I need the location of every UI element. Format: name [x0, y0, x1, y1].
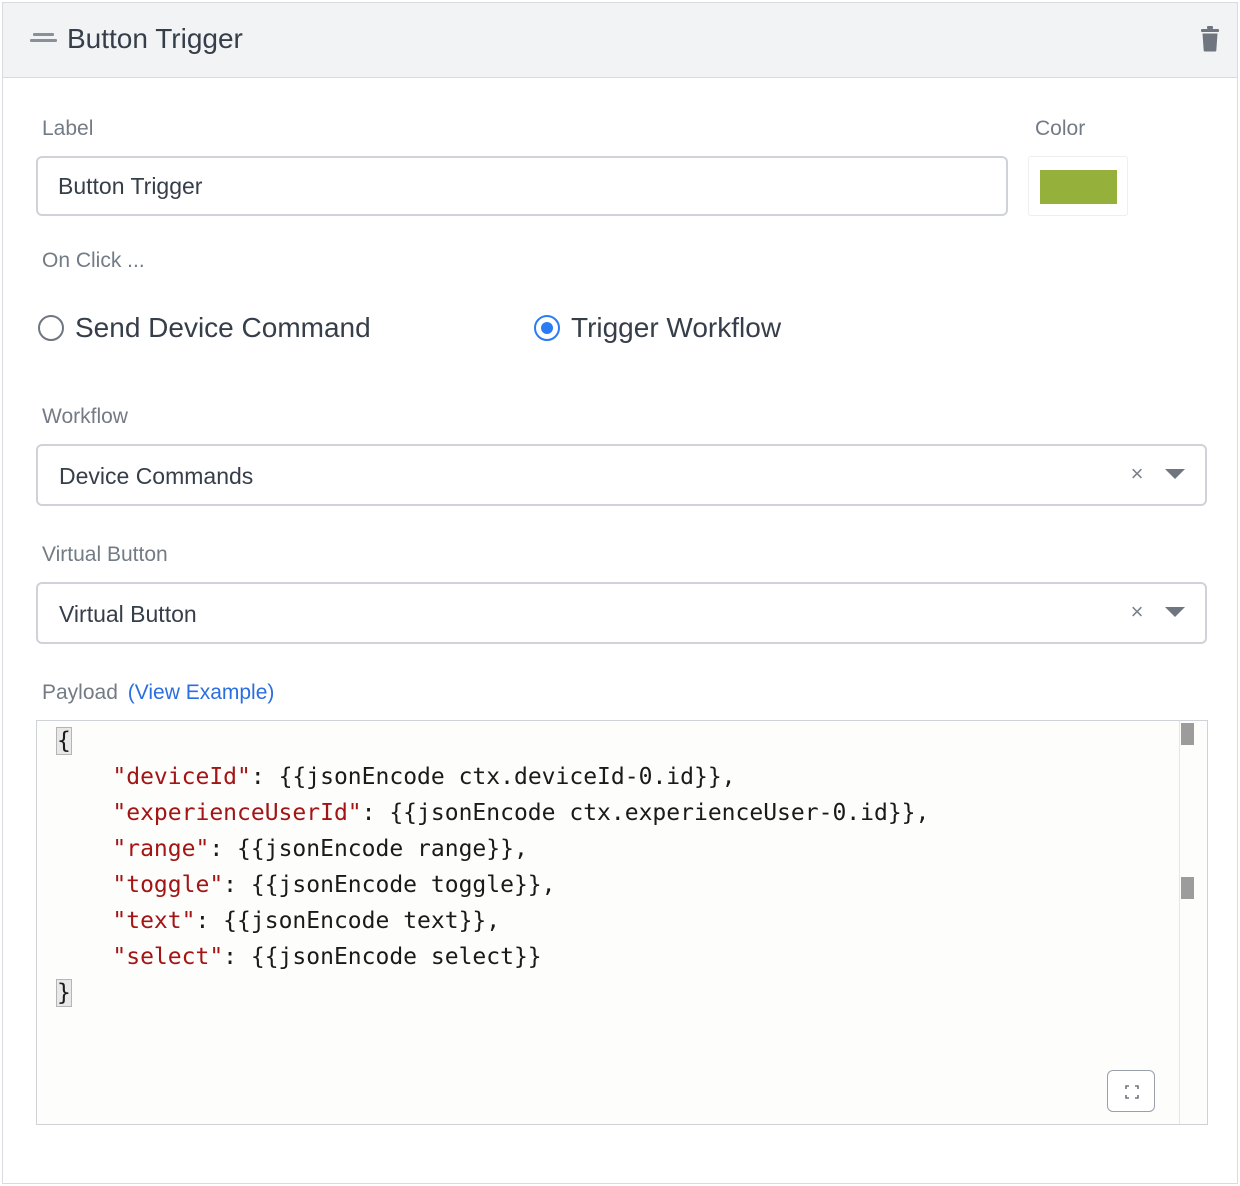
color-picker[interactable]	[1028, 156, 1128, 216]
code-line: {	[56, 723, 929, 759]
radio-label: Trigger Workflow	[571, 312, 782, 343]
chevron-down-icon[interactable]	[1165, 607, 1185, 617]
fullscreen-button[interactable]	[1107, 1070, 1155, 1112]
radio-trigger-workflow[interactable]: Trigger Workflow	[534, 309, 814, 347]
json-key: "toggle"	[112, 872, 224, 898]
scrollbar-track[interactable]	[1179, 721, 1180, 1124]
on-click-label: On Click ...	[42, 249, 145, 272]
code-line: "select": {{jsonEncode select}}	[57, 939, 929, 975]
workflow-select[interactable]: Device Commands ×	[36, 444, 1207, 506]
payload-label-text: Payload	[42, 681, 118, 704]
json-key: "deviceId"	[112, 764, 251, 790]
json-value: : {{jsonEncode ctx.deviceId-0.id}},	[250, 764, 736, 790]
json-key: "experienceUserId"	[112, 800, 362, 826]
color-swatch	[1040, 170, 1117, 204]
code-line: "range": {{jsonEncode range}},	[57, 831, 929, 867]
clear-icon[interactable]: ×	[1128, 463, 1146, 485]
code-line: }	[56, 975, 929, 1011]
virtual-button-select[interactable]: Virtual Button ×	[36, 582, 1207, 644]
color-field-label: Color	[1035, 117, 1086, 140]
radio-unchecked-icon	[38, 315, 64, 341]
json-value: : {{jsonEncode range}},	[209, 836, 528, 862]
workflow-label: Workflow	[42, 405, 128, 428]
code-line: "experienceUserId": {{jsonEncode ctx.exp…	[57, 795, 929, 831]
json-value: : {{jsonEncode text}},	[195, 908, 501, 934]
json-value: : {{jsonEncode toggle}},	[223, 872, 556, 898]
scrollbar-marker	[1181, 723, 1194, 745]
json-key: "select"	[112, 944, 224, 970]
chevron-down-icon[interactable]	[1165, 469, 1185, 479]
trash-icon[interactable]	[1200, 26, 1220, 52]
editor-gutter	[37, 721, 57, 1124]
label-input[interactable]	[36, 156, 1008, 216]
radio-send-device-command[interactable]: Send Device Command	[38, 309, 398, 347]
drag-handle-icon[interactable]	[30, 33, 57, 44]
json-key: "range"	[112, 836, 210, 862]
json-value: : {{jsonEncode select}}	[223, 944, 542, 970]
code-lines[interactable]: { "deviceId": {{jsonEncode ctx.deviceId-…	[56, 723, 929, 1011]
workflow-select-value: Device Commands	[59, 463, 254, 489]
code-brace: }	[56, 979, 72, 1007]
json-key: "text"	[112, 908, 196, 934]
radio-checked-icon	[534, 315, 560, 341]
payload-label: Payload (View Example)	[42, 680, 274, 706]
json-value: : {{jsonEncode ctx.experienceUser-0.id}}…	[361, 800, 930, 826]
code-brace: {	[56, 727, 72, 755]
code-line: "deviceId": {{jsonEncode ctx.deviceId-0.…	[57, 759, 929, 795]
virtual-button-select-value: Virtual Button	[59, 601, 197, 627]
button-trigger-panel: Button Trigger Label Color On Click ... …	[2, 2, 1238, 1184]
code-line: "text": {{jsonEncode text}},	[57, 903, 929, 939]
radio-label: Send Device Command	[75, 312, 371, 343]
payload-code-editor[interactable]: { "deviceId": {{jsonEncode ctx.deviceId-…	[36, 720, 1208, 1125]
clear-icon[interactable]: ×	[1128, 601, 1146, 623]
expand-icon	[1125, 1085, 1139, 1099]
label-field-label: Label	[42, 117, 94, 140]
view-example-link[interactable]: (View Example)	[128, 681, 275, 704]
scrollbar-thumb[interactable]	[1181, 877, 1194, 899]
code-line: "toggle": {{jsonEncode toggle}},	[57, 867, 929, 903]
virtual-button-label: Virtual Button	[42, 543, 168, 566]
panel-title: Button Trigger	[67, 23, 243, 54]
panel-header: Button Trigger	[3, 3, 1237, 78]
